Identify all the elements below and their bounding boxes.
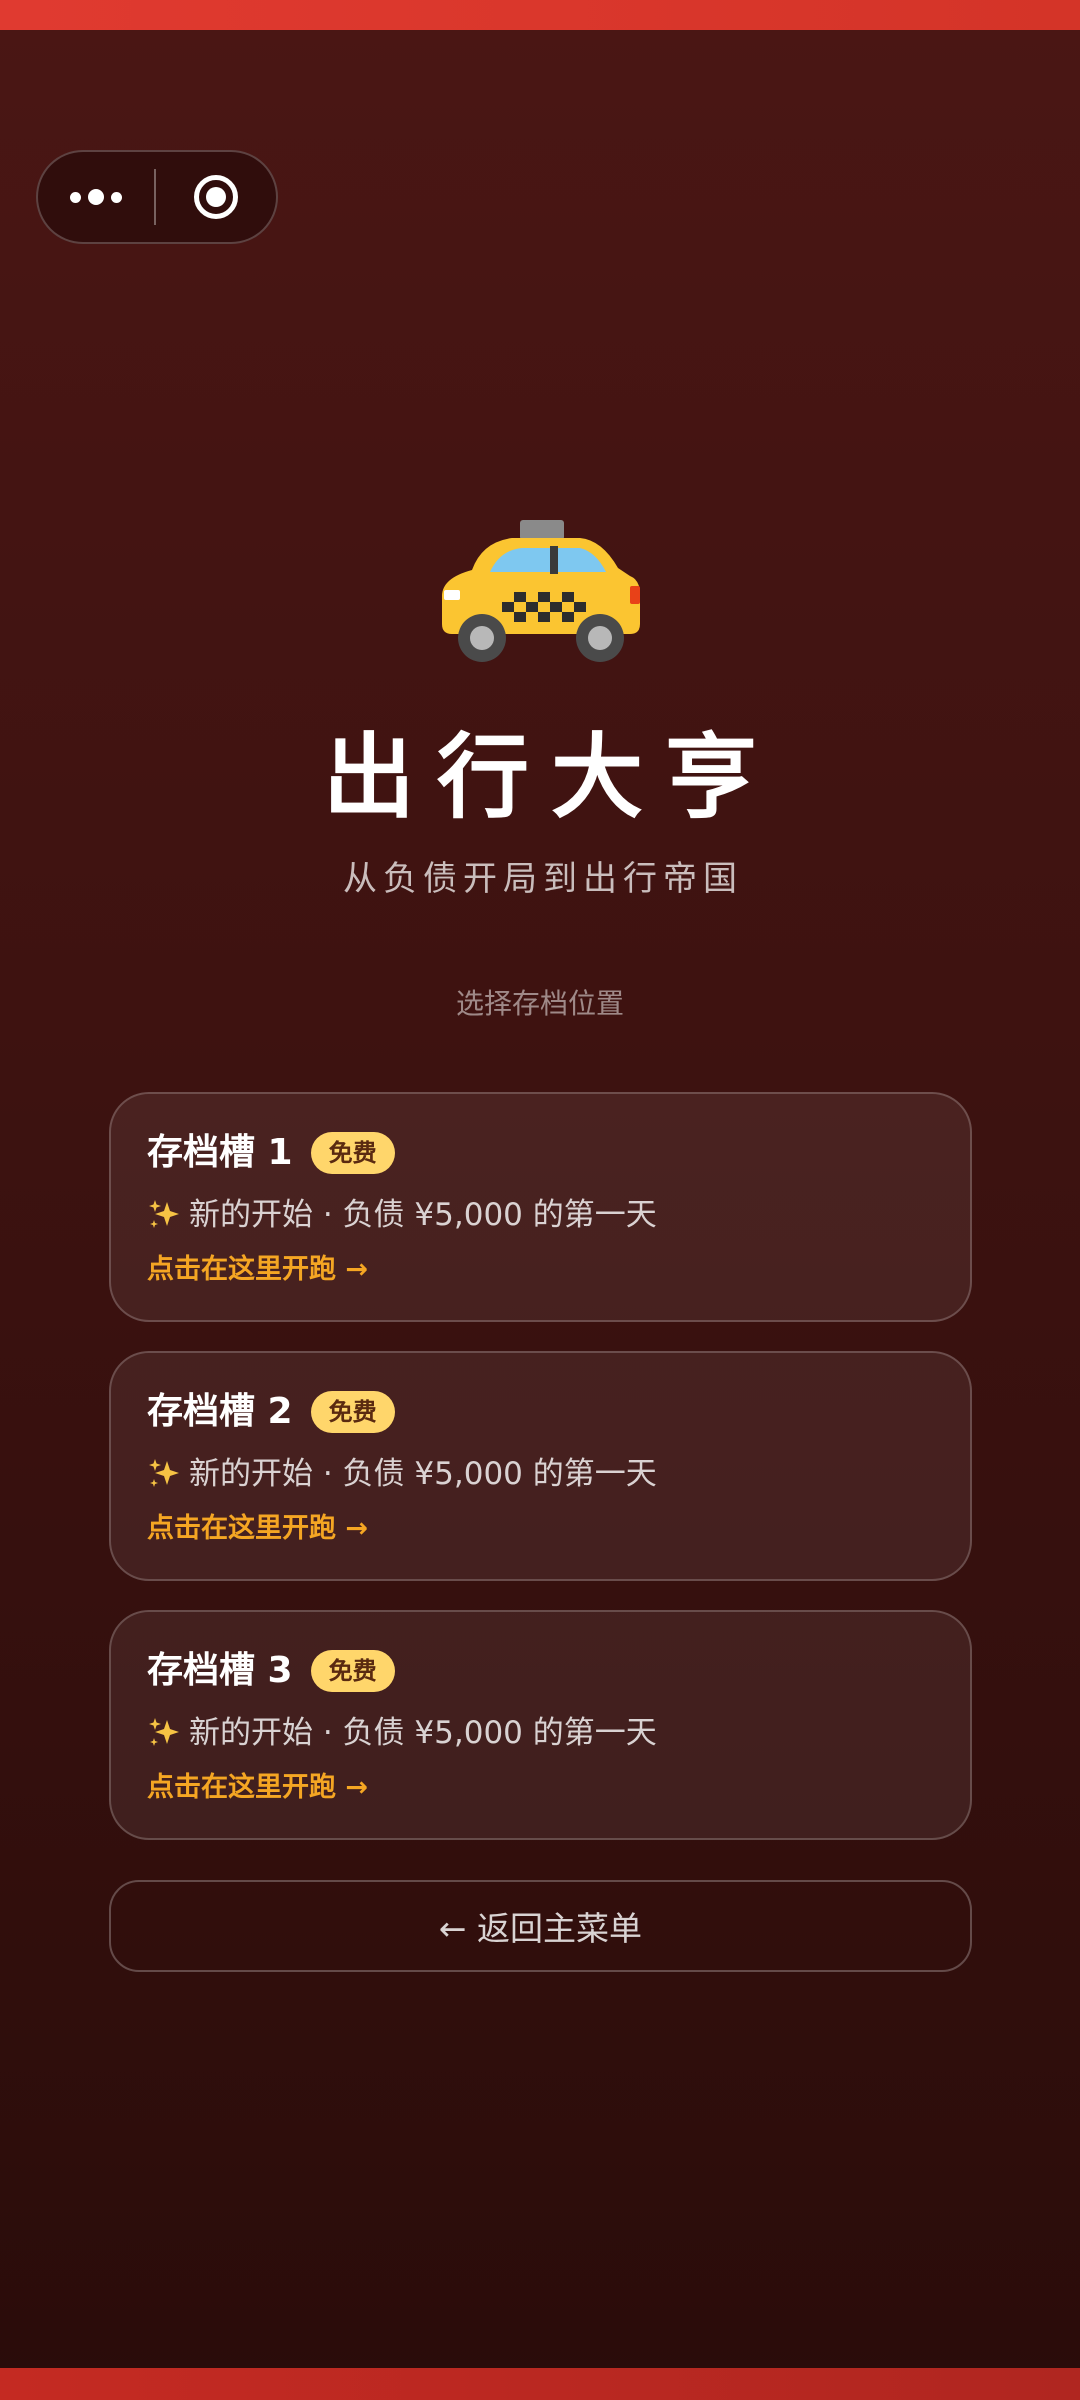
back-to-main-menu-button[interactable]: ← 返回主菜单 — [109, 1880, 972, 1972]
slot-title-row: 存档槽 1 免费 — [147, 1128, 395, 1178]
slot-title: 存档槽 2 — [147, 1391, 293, 1432]
taxi-icon — [442, 520, 640, 662]
top-accent-bar — [0, 0, 1080, 30]
section-label: 选择存档位置 — [455, 987, 624, 1020]
start-run-link[interactable]: 点击在这里开跑 → — [147, 1768, 368, 1808]
slot-description: 新的开始 · 负债 ¥5,000 的第一天 — [147, 1192, 657, 1238]
more-dots-icon[interactable] — [38, 152, 154, 242]
slot-title: 存档槽 3 — [147, 1650, 293, 1691]
free-badge: 免费 — [310, 1650, 395, 1692]
free-badge: 免费 — [310, 1391, 395, 1433]
slot-desc-text: 新的开始 · 负债 ¥5,000 的第一天 — [189, 1456, 657, 1492]
bottom-accent-bar — [0, 2368, 1080, 2400]
mini-program-capsule — [36, 150, 278, 244]
slot-title-row: 存档槽 3 免费 — [147, 1646, 395, 1696]
slot-desc-text: 新的开始 · 负债 ¥5,000 的第一天 — [189, 1715, 657, 1751]
save-slot-1-card[interactable]: 存档槽 1 免费 新的开始 · 负债 ¥5,000 的第一天 点击在这里开跑 → — [109, 1092, 972, 1322]
save-slot-screen: 出行大亨 从负债开局到出行帝国 选择存档位置 存档槽 1 免费 新的开始 · 负… — [0, 0, 1080, 2400]
slot-title-row: 存档槽 2 免费 — [147, 1387, 395, 1437]
free-badge: 免费 — [310, 1132, 395, 1174]
sparkles-icon — [149, 1718, 179, 1746]
page-subtitle: 从负债开局到出行帝国 — [343, 859, 743, 899]
page-title: 出行大亨 — [322, 724, 779, 831]
save-slot-2-card[interactable]: 存档槽 2 免费 新的开始 · 负债 ¥5,000 的第一天 点击在这里开跑 → — [109, 1351, 972, 1581]
sparkles-icon — [149, 1200, 179, 1228]
slot-description: 新的开始 · 负债 ¥5,000 的第一天 — [147, 1710, 657, 1756]
sparkles-icon — [149, 1459, 179, 1487]
slot-description: 新的开始 · 负债 ¥5,000 的第一天 — [147, 1451, 657, 1497]
start-run-link[interactable]: 点击在这里开跑 → — [147, 1509, 368, 1549]
slot-desc-text: 新的开始 · 负债 ¥5,000 的第一天 — [189, 1197, 657, 1233]
start-run-link[interactable]: 点击在这里开跑 → — [147, 1250, 368, 1290]
save-slot-3-card[interactable]: 存档槽 3 免费 新的开始 · 负债 ¥5,000 的第一天 点击在这里开跑 → — [109, 1610, 972, 1840]
target-icon[interactable] — [156, 152, 276, 242]
slot-title: 存档槽 1 — [147, 1132, 293, 1173]
